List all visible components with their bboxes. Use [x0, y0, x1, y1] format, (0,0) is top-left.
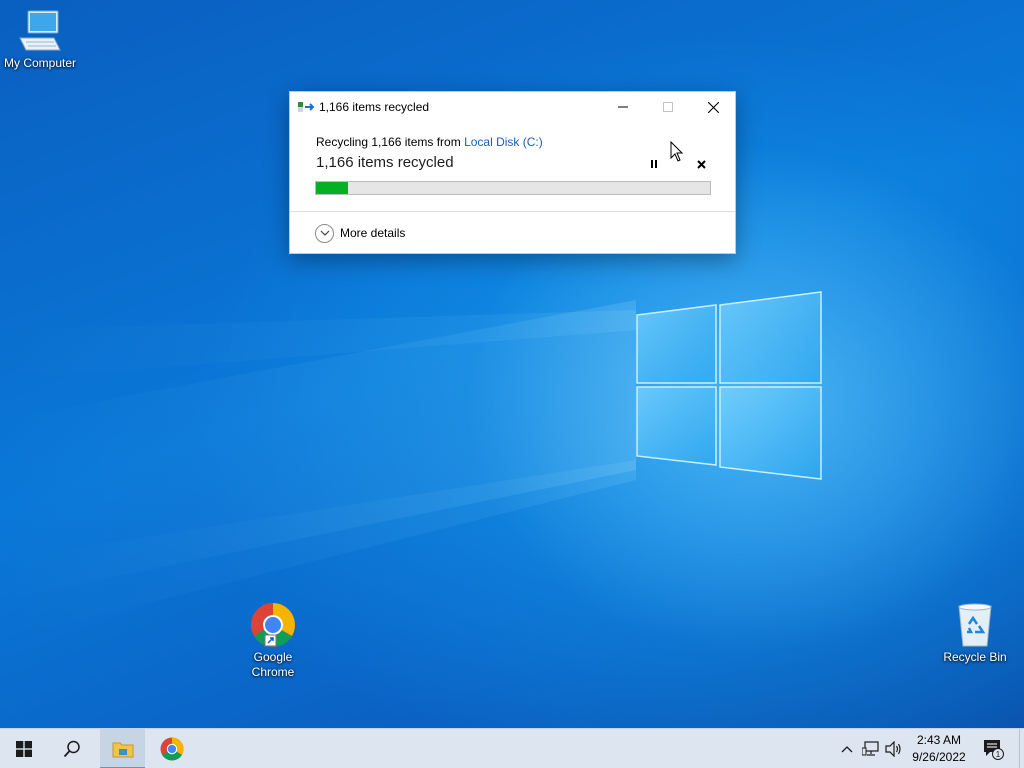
recycle-status-text: 1,166 items recycled	[316, 154, 454, 171]
recycle-progress-bar	[315, 181, 711, 195]
recycle-progress-icon	[298, 102, 314, 112]
close-button[interactable]	[691, 92, 736, 122]
dialog-titlebar[interactable]: 1,166 items recycled	[290, 92, 735, 122]
network-tray-button[interactable]	[860, 729, 882, 768]
volume-tray-button[interactable]	[883, 729, 905, 768]
search-icon	[63, 740, 80, 758]
more-details-label: More details	[340, 226, 406, 240]
desktop-icon-label: Recycle Bin	[943, 650, 1007, 664]
minimize-button[interactable]	[600, 92, 645, 122]
chevron-down-icon	[315, 223, 334, 243]
close-icon	[708, 101, 719, 113]
stop-icon	[696, 159, 706, 169]
maximize-button[interactable]	[645, 92, 690, 122]
computer-icon	[19, 10, 61, 51]
more-details-toggle[interactable]: More details	[315, 223, 405, 243]
show-hidden-icons-button[interactable]	[836, 729, 858, 768]
minimize-icon	[617, 106, 628, 108]
desktop-icon-label: My Computer	[3, 56, 77, 70]
recycling-source-text: Recycling 1,166 items from Local Disk (C…	[316, 135, 543, 149]
show-desktop-button[interactable]	[1019, 729, 1024, 768]
progress-fill	[316, 182, 348, 194]
search-button[interactable]	[48, 729, 96, 768]
taskbar-clock[interactable]: 2:43 AM 9/26/2022	[905, 732, 973, 766]
start-button[interactable]	[0, 729, 48, 768]
taskbar-file-explorer[interactable]	[100, 729, 145, 768]
stop-button[interactable]	[693, 156, 709, 172]
maximize-icon	[662, 102, 673, 112]
recycling-source-prefix: Recycling 1,166 items from	[316, 135, 465, 149]
pause-button[interactable]	[646, 156, 662, 172]
recycle-bin-icon	[958, 603, 992, 647]
windows-logo-wallpaper	[636, 291, 822, 480]
clock-time: 2:43 AM	[916, 733, 962, 747]
notification-count: 1	[996, 750, 1001, 759]
clock-date: 9/26/2022	[912, 750, 966, 764]
action-center-button[interactable]: 1	[978, 729, 1008, 768]
network-icon	[862, 741, 879, 756]
file-explorer-icon	[112, 742, 133, 758]
mouse-cursor-icon	[670, 141, 684, 162]
desktop-icon-google-chrome[interactable]: Google Chrome	[233, 602, 313, 680]
desktop-icon-label-line2: Chrome	[251, 665, 295, 679]
dialog-divider	[290, 211, 735, 212]
desktop-icon-my-computer[interactable]: My Computer	[0, 8, 80, 71]
chrome-icon	[251, 603, 295, 647]
windows-start-icon	[16, 741, 32, 757]
speaker-icon	[885, 741, 901, 757]
desktop-icon-recycle-bin[interactable]: Recycle Bin	[935, 602, 1015, 665]
pause-icon	[651, 160, 657, 168]
taskbar: 2:43 AM 9/26/2022 1	[0, 728, 1024, 768]
desktop-icon-label-line1: Google	[253, 650, 293, 664]
chrome-icon	[160, 737, 184, 761]
dialog-title: 1,166 items recycled	[319, 100, 430, 114]
notification-icon: 1	[984, 740, 1004, 760]
chevron-up-icon	[841, 746, 853, 753]
recycle-progress-dialog: 1,166 items recycled Recycling 1,166 ite…	[289, 91, 736, 254]
taskbar-google-chrome[interactable]	[148, 729, 196, 768]
source-drive-link[interactable]: Local Disk (C:)	[464, 135, 543, 149]
